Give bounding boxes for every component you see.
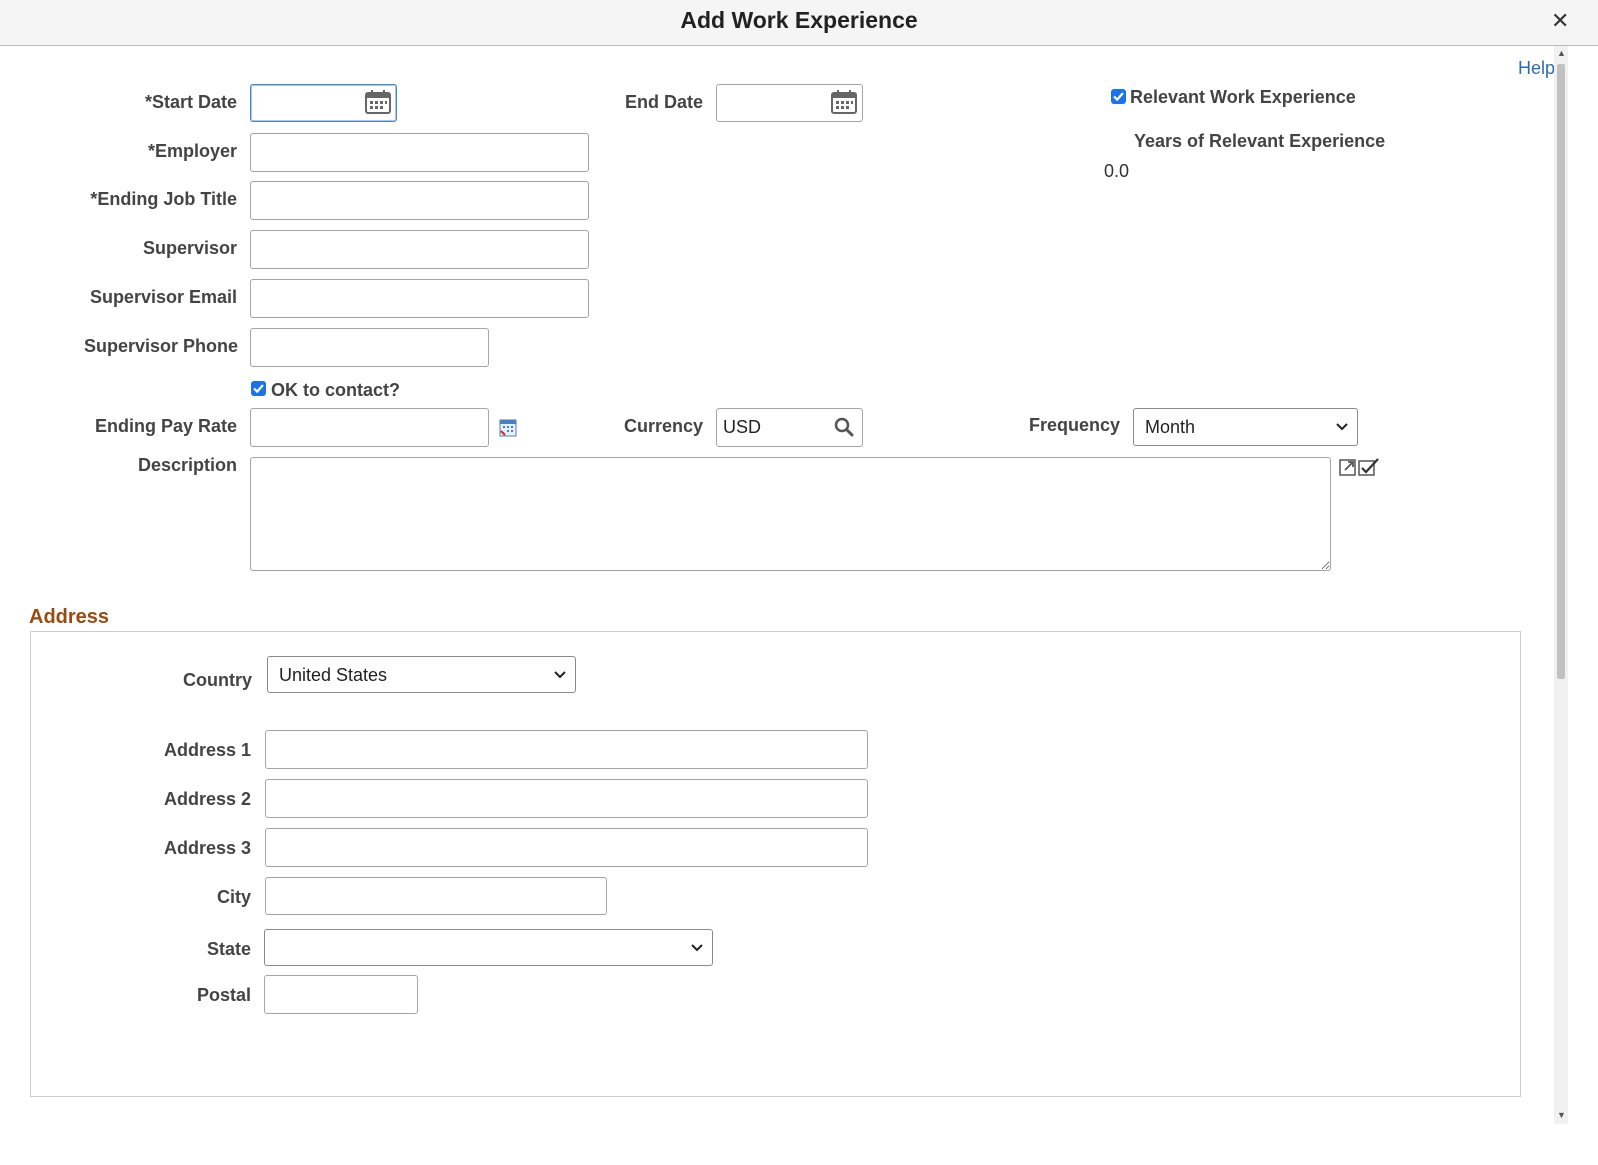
supervisor-phone-input[interactable] <box>250 328 489 367</box>
description-label: Description <box>137 455 237 475</box>
scroll-up-icon[interactable]: ▲ <box>1557 48 1566 58</box>
ending-job-title-input[interactable] <box>250 181 589 220</box>
start-date-label: *Start Date <box>144 92 237 112</box>
supervisor-phone-label: Supervisor Phone <box>83 336 238 356</box>
address3-label: Address 3 <box>163 838 251 858</box>
address1-label: Address 1 <box>163 740 251 760</box>
frequency-label: Frequency <box>1028 415 1120 435</box>
vertical-scrollbar[interactable]: ▲ ▼ <box>1554 46 1568 1124</box>
postal-input[interactable] <box>264 975 418 1014</box>
chevron-down-icon <box>553 657 567 705</box>
currency-label: Currency <box>623 416 703 436</box>
supervisor-label: Supervisor <box>142 238 237 258</box>
calculator-icon[interactable] <box>499 419 517 442</box>
chevron-down-icon <box>690 930 704 978</box>
scroll-down-icon[interactable]: ▼ <box>1557 1110 1566 1120</box>
relevant-work-experience-checkbox[interactable] <box>1111 89 1126 104</box>
address3-input[interactable] <box>265 828 868 867</box>
address1-input[interactable] <box>265 730 868 769</box>
spellcheck-icon[interactable] <box>1358 457 1380 482</box>
help-link[interactable]: Help <box>1518 58 1555 79</box>
city-label: City <box>216 887 251 907</box>
postal-label: Postal <box>196 985 251 1005</box>
ok-to-contact-label: OK to contact? <box>271 380 400 400</box>
end-date-label: End Date <box>624 92 703 112</box>
chevron-down-icon <box>1335 409 1349 457</box>
description-textarea[interactable] <box>250 457 1331 571</box>
address-section-title: Address <box>29 606 110 628</box>
scrollbar-thumb[interactable] <box>1557 64 1565 679</box>
employer-input[interactable] <box>250 133 589 172</box>
years-relevant-label: Years of Relevant Experience <box>1134 131 1386 151</box>
supervisor-input[interactable] <box>250 230 589 269</box>
frequency-selected-value: Month <box>1145 417 1196 437</box>
supervisor-email-input[interactable] <box>250 279 589 318</box>
country-selected-value: United States <box>279 665 388 685</box>
close-icon[interactable]: ✕ <box>1551 8 1569 34</box>
ending-pay-rate-input[interactable] <box>250 408 489 447</box>
ok-to-contact-checkbox[interactable] <box>251 381 266 396</box>
search-icon[interactable] <box>834 417 854 442</box>
dialog-header: Add Work Experience ✕ <box>0 0 1598 46</box>
relevant-work-experience-label: Relevant Work Experience <box>1130 87 1356 107</box>
address2-input[interactable] <box>265 779 868 818</box>
dialog-title: Add Work Experience <box>680 7 918 33</box>
ending-job-title-label: *Ending Job Title <box>90 189 237 209</box>
calendar-icon[interactable] <box>365 89 391 120</box>
state-label: State <box>206 939 251 959</box>
ending-pay-rate-label: Ending Pay Rate <box>94 416 237 436</box>
country-label: Country <box>183 670 252 690</box>
expand-icon[interactable] <box>1339 457 1359 482</box>
address2-label: Address 2 <box>163 789 251 809</box>
calendar-icon[interactable] <box>831 89 857 120</box>
employer-label: *Employer <box>147 141 237 161</box>
state-select[interactable] <box>264 929 713 966</box>
city-input[interactable] <box>265 877 607 915</box>
country-select[interactable]: United States <box>267 656 576 693</box>
years-relevant-value: 0.0 <box>1104 161 1130 181</box>
supervisor-email-label: Supervisor Email <box>89 287 237 307</box>
frequency-select[interactable]: Month <box>1133 408 1358 446</box>
